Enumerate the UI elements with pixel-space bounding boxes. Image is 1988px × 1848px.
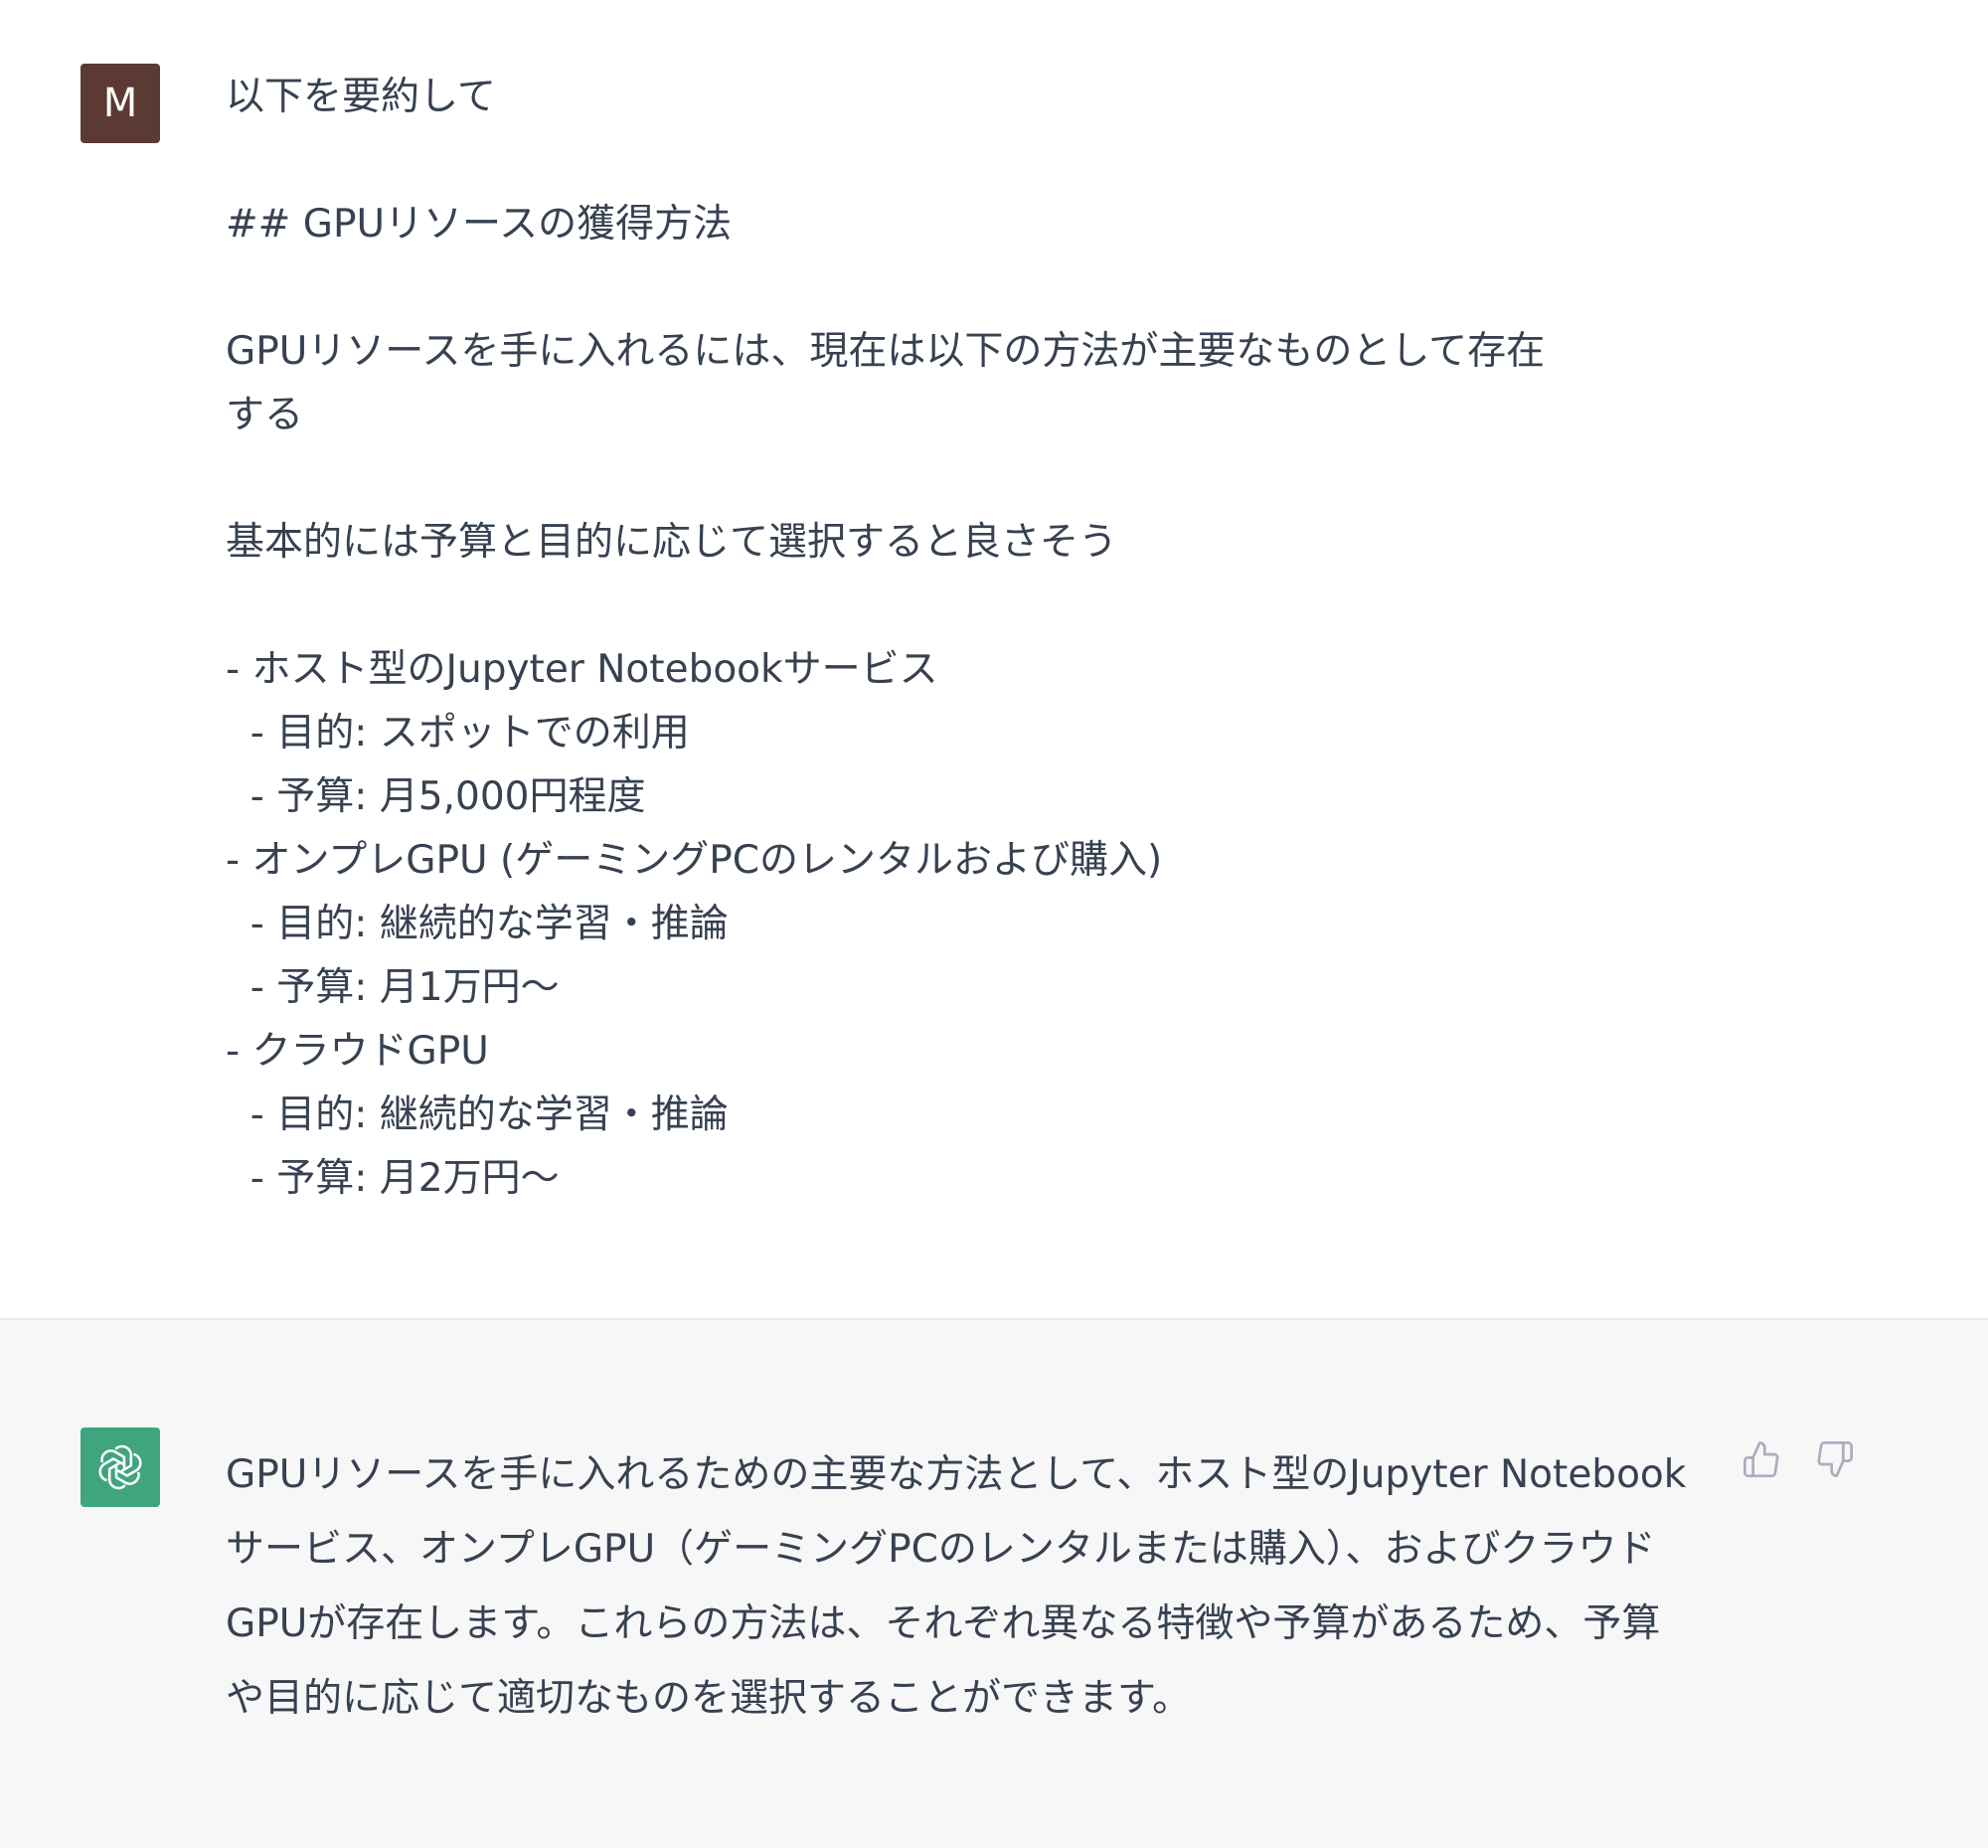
- openai-logo-icon: [98, 1444, 142, 1490]
- user-message: M 以下を要約して ## GPUリソースの獲得方法 GPUリソースを手に入れるに…: [0, 0, 1988, 1320]
- thumbs-up-button[interactable]: [1740, 1437, 1783, 1481]
- assistant-avatar: [81, 1428, 160, 1507]
- thumbs-up-icon: [1743, 1441, 1779, 1477]
- avatar-initial: M: [102, 81, 138, 126]
- assistant-message-text: GPUリソースを手に入れるための主要な方法として、ホスト型のJupyter No…: [226, 1452, 1687, 1721]
- user-avatar: M: [81, 64, 160, 143]
- thumbs-down-button[interactable]: [1813, 1437, 1857, 1481]
- feedback-buttons: [1740, 1437, 1857, 1481]
- user-message-text: 以下を要約して ## GPUリソースの獲得方法 GPUリソースを手に入れるには、…: [226, 75, 1546, 1201]
- thumbs-down-icon: [1817, 1440, 1853, 1477]
- chat-thread: M 以下を要約して ## GPUリソースの獲得方法 GPUリソースを手に入れるに…: [0, 0, 1988, 1848]
- assistant-message: GPUリソースを手に入れるための主要な方法として、ホスト型のJupyter No…: [0, 1320, 1988, 1848]
